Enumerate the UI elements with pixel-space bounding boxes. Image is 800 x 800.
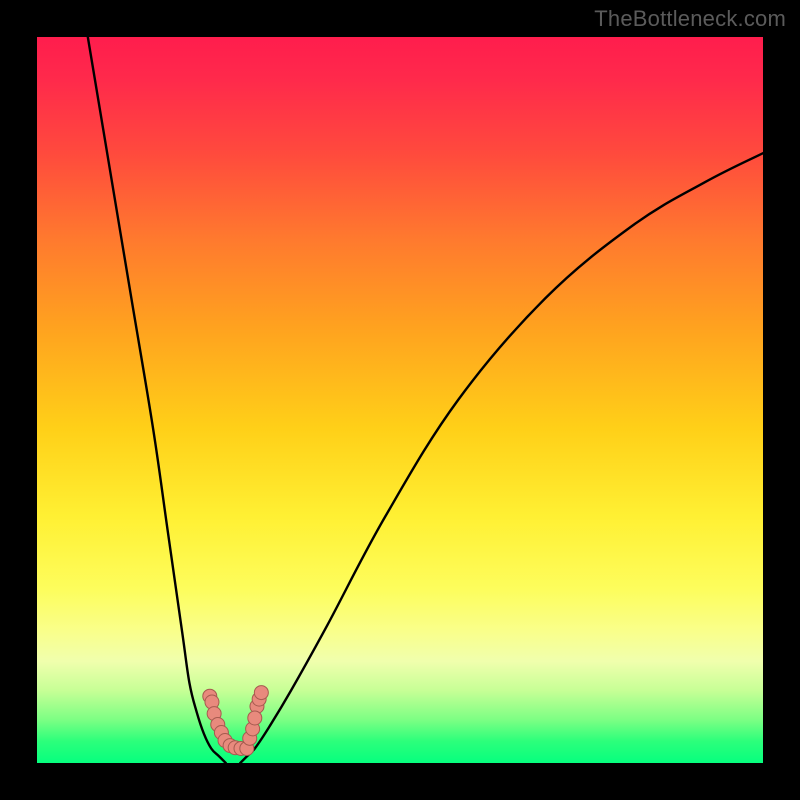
plot-area bbox=[37, 37, 763, 763]
curve-left-branch bbox=[88, 37, 226, 763]
data-marker bbox=[254, 686, 268, 700]
watermark-text: TheBottleneck.com bbox=[594, 6, 786, 32]
chart-frame: TheBottleneck.com bbox=[0, 0, 800, 800]
lines-layer bbox=[88, 37, 763, 763]
curve-right-branch bbox=[240, 153, 763, 763]
chart-svg bbox=[37, 37, 763, 763]
data-marker bbox=[248, 711, 262, 725]
